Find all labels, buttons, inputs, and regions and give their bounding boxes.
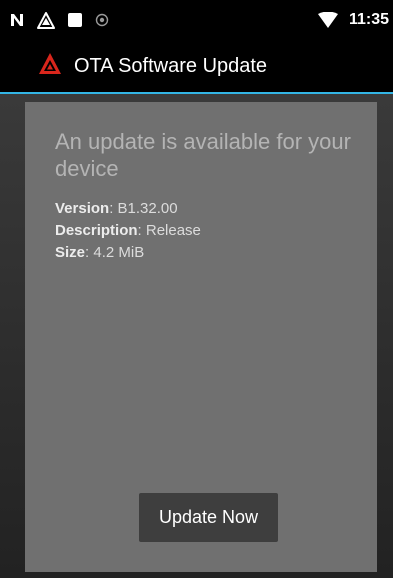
description-value: Release: [145, 222, 201, 239]
description-line: Description: Release: [55, 222, 201, 240]
version-label: Version: [55, 200, 110, 217]
description-label: Description: [55, 222, 138, 239]
update-now-button[interactable]: Update Now: [139, 493, 278, 542]
version-separator: :: [109, 200, 118, 217]
update-headline: An update is available for your device: [55, 129, 351, 181]
size-label: Size: [55, 244, 86, 261]
size-value: 4.2 MiB: [93, 244, 145, 261]
square-notification-icon: [66, 10, 84, 30]
status-bar: 11:35: [0, 0, 393, 40]
app-title: OTA Software Update: [74, 55, 268, 77]
screen: 11:35 OTA Software Update An update is a…: [0, 0, 393, 578]
warning-triangle-icon: [36, 10, 56, 30]
clock: 11:35: [348, 11, 389, 28]
app-bar: OTA Software Update: [0, 40, 393, 92]
description-separator: :: [137, 222, 146, 239]
red-triangle-logo-icon: [38, 52, 62, 76]
wifi-icon: [316, 10, 340, 30]
size-line: Size: 4.2 MiB: [55, 244, 144, 262]
circle-notification-icon: [94, 10, 110, 30]
n-notification-icon: [8, 10, 26, 30]
version-line: Version: B1.32.00: [55, 200, 178, 218]
version-value: B1.32.00: [117, 200, 178, 217]
